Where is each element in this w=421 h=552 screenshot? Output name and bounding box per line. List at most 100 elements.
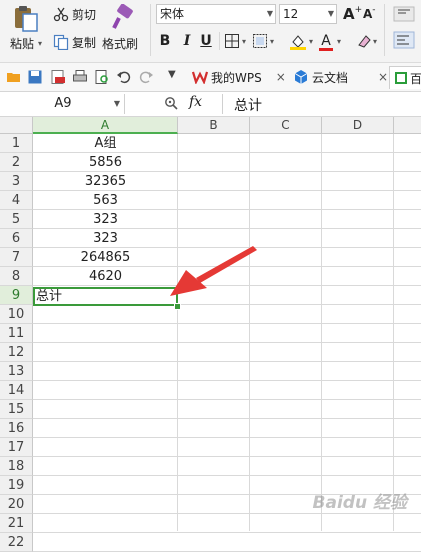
cut-button[interactable]: 剪切 bbox=[53, 4, 96, 24]
chevron-down-icon: ▼ bbox=[327, 9, 334, 18]
font-size-select[interactable]: 12 ▼ bbox=[279, 4, 337, 24]
close-icon[interactable]: × bbox=[276, 70, 286, 84]
chevron-down-icon[interactable]: ▾ bbox=[337, 37, 341, 46]
cell-a4[interactable]: 563 bbox=[33, 192, 178, 210]
clear-format-icon[interactable] bbox=[356, 33, 372, 49]
export-pdf-icon[interactable] bbox=[50, 69, 66, 85]
format-painter-button[interactable]: 格式刷 bbox=[102, 2, 140, 58]
cell-a1[interactable]: A组 bbox=[33, 135, 178, 153]
row-header-4[interactable]: 4 bbox=[0, 191, 33, 210]
cell-a2[interactable]: 5856 bbox=[33, 154, 178, 172]
row-line bbox=[33, 399, 421, 400]
row-header-18[interactable]: 18 bbox=[0, 457, 33, 476]
copy-label: 复制 bbox=[72, 35, 97, 50]
customize-dropdown-icon[interactable]: ▼ bbox=[168, 69, 176, 80]
chevron-down-icon[interactable]: ▾ bbox=[373, 37, 377, 46]
save-icon[interactable] bbox=[27, 69, 43, 85]
row-header-20[interactable]: 20 bbox=[0, 495, 33, 514]
cell-a3[interactable]: 32365 bbox=[33, 173, 178, 191]
tab-my-wps[interactable]: 我的WPS × bbox=[192, 66, 286, 88]
open-folder-icon[interactable] bbox=[6, 69, 22, 85]
spreadsheet-grid[interactable]: A B C D 1 2 3 4 5 6 7 8 9 10 11 12 13 14 15 16 17 18 19 20 2… bbox=[0, 117, 421, 552]
column-header-d[interactable]: D bbox=[322, 117, 394, 134]
align-left-icon[interactable] bbox=[392, 31, 416, 49]
underline-button[interactable]: U bbox=[199, 32, 213, 50]
paste-icon bbox=[15, 6, 38, 32]
row-line bbox=[33, 475, 421, 476]
paste-button[interactable]: 粘贴 ▾ bbox=[4, 2, 48, 58]
cell-a6[interactable]: 323 bbox=[33, 230, 178, 248]
row-line bbox=[33, 532, 421, 533]
merge-cells-icon[interactable] bbox=[252, 33, 268, 49]
row-header-13[interactable]: 13 bbox=[0, 362, 33, 381]
shrink-font-button[interactable]: A - bbox=[363, 4, 376, 24]
row-line bbox=[33, 342, 421, 343]
row-header-14[interactable]: 14 bbox=[0, 381, 33, 400]
font-color-icon: A bbox=[321, 33, 331, 49]
column-header-e[interactable] bbox=[394, 117, 421, 134]
row-header-2[interactable]: 2 bbox=[0, 153, 33, 172]
row-header-1[interactable]: 1 bbox=[0, 134, 33, 153]
row-header-9[interactable]: 9 bbox=[0, 286, 33, 305]
undo-icon[interactable] bbox=[116, 69, 132, 85]
cloud-cube-icon bbox=[294, 70, 308, 84]
row-header-11[interactable]: 11 bbox=[0, 324, 33, 343]
row-header-17[interactable]: 17 bbox=[0, 438, 33, 457]
chevron-down-icon: ▼ bbox=[266, 9, 273, 18]
copy-button[interactable]: 复制 bbox=[53, 32, 96, 52]
chevron-down-icon[interactable]: ▾ bbox=[270, 37, 274, 46]
row-header-8[interactable]: 8 bbox=[0, 267, 33, 286]
row-header-5[interactable]: 5 bbox=[0, 210, 33, 229]
cell-a5[interactable]: 323 bbox=[33, 211, 178, 229]
tab-cloud-docs[interactable]: 云文档 × bbox=[293, 66, 388, 88]
row-header-22[interactable]: 22 bbox=[0, 533, 33, 552]
close-icon[interactable]: × bbox=[378, 70, 388, 84]
row-header-6[interactable]: 6 bbox=[0, 229, 33, 248]
zoom-icon[interactable] bbox=[164, 96, 178, 110]
row-header-21[interactable]: 21 bbox=[0, 514, 33, 533]
bold-button[interactable]: B bbox=[158, 32, 172, 50]
borders-icon[interactable] bbox=[224, 33, 240, 49]
column-line bbox=[393, 134, 394, 531]
font-name-select[interactable]: 宋体 ▼ bbox=[156, 4, 276, 24]
formula-input[interactable]: 总计 bbox=[234, 95, 262, 115]
chevron-down-icon: ▼ bbox=[113, 99, 120, 108]
row-line bbox=[33, 456, 421, 457]
row-header-15[interactable]: 15 bbox=[0, 400, 33, 419]
column-header-b[interactable]: B bbox=[178, 117, 250, 134]
ribbon: 粘贴 ▾ 剪切 格式刷 复制 宋体 ▼ 12 ▼ A + A - B I U ▾… bbox=[0, 0, 421, 63]
fill-handle[interactable] bbox=[174, 303, 181, 310]
paste-dropdown-icon[interactable]: ▾ bbox=[38, 39, 42, 48]
print-icon[interactable] bbox=[72, 69, 88, 85]
select-all-corner[interactable] bbox=[0, 117, 33, 134]
ribbon-divider bbox=[219, 32, 220, 50]
align-top-icon[interactable] bbox=[392, 6, 416, 22]
row-header-7[interactable]: 7 bbox=[0, 248, 33, 267]
redo-icon[interactable] bbox=[138, 69, 154, 85]
print-preview-icon[interactable] bbox=[94, 69, 110, 85]
format-painter-label: 格式刷 bbox=[102, 37, 139, 51]
grow-font-sign: + bbox=[354, 5, 363, 15]
fill-color-icon[interactable] bbox=[289, 33, 307, 51]
row-header-16[interactable]: 16 bbox=[0, 419, 33, 438]
spreadsheet-icon bbox=[395, 72, 407, 84]
insert-function-button[interactable]: fx bbox=[189, 94, 202, 110]
formula-divider bbox=[222, 94, 223, 114]
shrink-font-icon: A bbox=[363, 7, 373, 21]
row-header-10[interactable]: 10 bbox=[0, 305, 33, 324]
font-color-button[interactable]: A bbox=[319, 32, 333, 51]
grow-font-button[interactable]: A + bbox=[343, 4, 362, 24]
name-box[interactable]: A9 ▼ bbox=[2, 94, 125, 114]
cell-a8[interactable]: 4620 bbox=[33, 268, 178, 286]
chevron-down-icon[interactable]: ▾ bbox=[309, 37, 313, 46]
italic-button[interactable]: I bbox=[181, 32, 193, 50]
scissors-icon bbox=[53, 7, 69, 22]
row-header-12[interactable]: 12 bbox=[0, 343, 33, 362]
tab-current-document[interactable]: 百 bbox=[389, 66, 421, 89]
cell-a7[interactable]: 264865 bbox=[33, 249, 178, 267]
row-header-19[interactable]: 19 bbox=[0, 476, 33, 495]
column-header-a[interactable]: A bbox=[33, 117, 178, 134]
column-header-c[interactable]: C bbox=[250, 117, 322, 134]
row-header-3[interactable]: 3 bbox=[0, 172, 33, 191]
chevron-down-icon[interactable]: ▾ bbox=[242, 37, 246, 46]
